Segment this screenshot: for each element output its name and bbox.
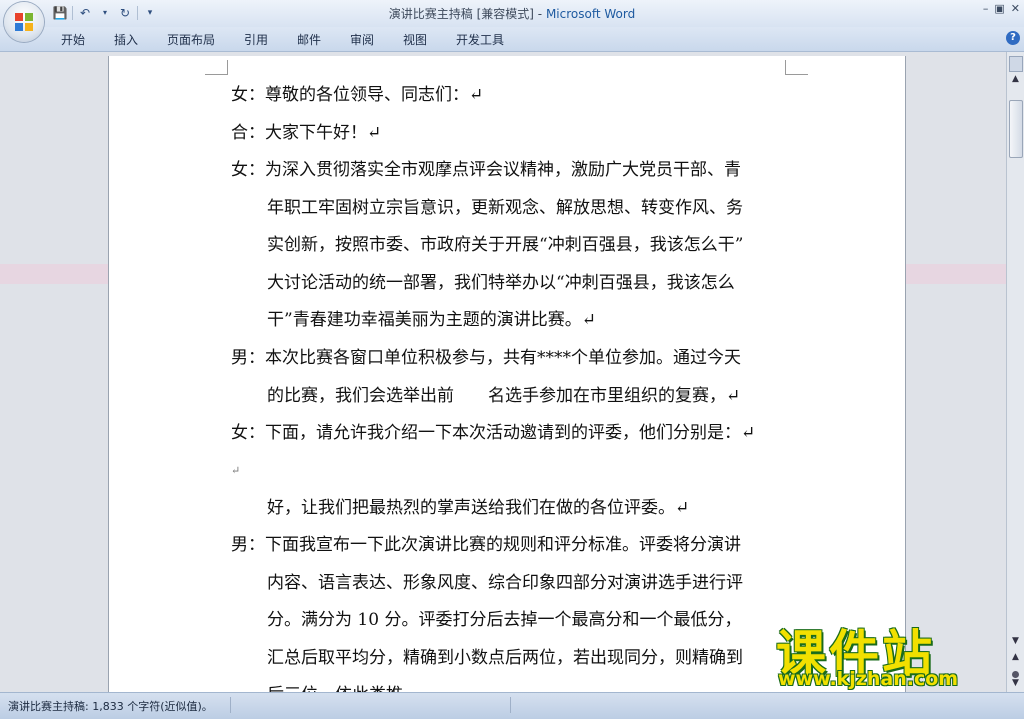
text-line: 内容、语言表达、形象风度、综合印象四部分对演讲选手进行评 bbox=[267, 572, 743, 593]
app-name: Microsoft Word bbox=[545, 7, 636, 21]
margin-mark-top-left bbox=[205, 60, 228, 75]
scroll-thumb[interactable] bbox=[1009, 100, 1023, 158]
paragraph[interactable]: 好，让我们把最热烈的掌声送给我们在做的各位评委。↵ bbox=[231, 490, 791, 528]
text-line: 男：下面我宣布一下此次演讲比赛的规则和评分标准。评委将分演讲 bbox=[231, 535, 741, 555]
view-ruler-icon[interactable] bbox=[1009, 56, 1023, 72]
text-line: 的比赛，我们会选举出前 名选手参加在市里组织的复赛，↵ bbox=[267, 385, 741, 406]
ribbon-tabs: 开始 插入 页面布局 引用 邮件 审阅 视图 开发工具 ? bbox=[0, 27, 1024, 52]
paragraph[interactable]: ↵ bbox=[231, 452, 791, 490]
text-line: 好，让我们把最热烈的掌声送给我们在做的各位评委。↵ bbox=[267, 498, 690, 518]
tab-page-layout[interactable]: 页面布局 bbox=[167, 31, 215, 48]
text-line: 女：尊敬的各位领导、同志们：↵ bbox=[231, 85, 484, 105]
text-line: 女：下面，请允许我介绍一下本次活动邀请到的评委，他们分别是：↵ bbox=[231, 423, 756, 443]
text-line: 分。满分为 10 分。评委打分后去掉一个最高分和一个最低分， bbox=[267, 610, 742, 630]
paragraph[interactable]: 男：下面我宣布一下此次演讲比赛的规则和评分标准。评委将分演讲 内容、语言表达、形… bbox=[231, 527, 791, 692]
office-button[interactable] bbox=[4, 2, 44, 42]
restore-icon[interactable]: ▣ bbox=[994, 2, 1004, 15]
vertical-scrollbar[interactable]: ▲ ▼ ▲ ▼ bbox=[1006, 52, 1024, 692]
minimize-icon[interactable]: – bbox=[983, 2, 989, 15]
scroll-down-icon[interactable]: ▼ bbox=[1009, 636, 1022, 650]
status-bar: 演讲比赛主持稿: 1,833 个字符(近似值)。 bbox=[0, 692, 1024, 719]
margin-mark-top-right bbox=[785, 60, 808, 75]
tab-developer[interactable]: 开发工具 bbox=[456, 31, 504, 48]
text-line: 干”青春建功幸福美丽为主题的演讲比赛。↵ bbox=[267, 310, 596, 330]
watermark-url: www.kjzhan.com bbox=[778, 668, 959, 690]
tab-insert[interactable]: 插入 bbox=[114, 31, 138, 48]
status-divider bbox=[510, 697, 511, 713]
text-line: 汇总后取平均分，精确到小数点后两位，若出现同分，则精确到 bbox=[267, 647, 743, 668]
close-icon[interactable]: ✕ bbox=[1011, 2, 1020, 15]
document-page[interactable]: 女：尊敬的各位领导、同志们：↵ 合：大家下午好！↵ 女：为深入贯彻落实全市观摩点… bbox=[109, 56, 905, 692]
word-count-status[interactable]: 演讲比赛主持稿: 1,833 个字符(近似值)。 bbox=[8, 698, 213, 714]
previous-page-icon[interactable]: ▲ bbox=[1009, 652, 1022, 666]
window-title: 演讲比赛主持稿 [兼容模式] - Microsoft Word bbox=[0, 5, 1024, 22]
paragraph[interactable]: 女：为深入贯彻落实全市观摩点评会议精神，激励广大党员干部、青 年职工牢固树立宗旨… bbox=[231, 152, 791, 340]
tab-references[interactable]: 引用 bbox=[244, 31, 268, 48]
next-page-icon[interactable]: ▼ bbox=[1009, 678, 1022, 692]
select-browse-object-icon[interactable] bbox=[1012, 671, 1019, 678]
text-line: 合：大家下午好！↵ bbox=[231, 123, 382, 143]
paragraph[interactable]: 合：大家下午好！↵ bbox=[231, 115, 791, 153]
paragraph[interactable]: 女：尊敬的各位领导、同志们：↵ bbox=[231, 77, 791, 115]
text-line: 年职工牢固树立宗旨意识，更新观念、解放思想、转变作风、务 bbox=[267, 197, 743, 218]
text-line: 后三位。依此类推。 bbox=[231, 677, 791, 692]
text-line: 男：本次比赛各窗口单位积极参与，共有****个单位参加。通过今天 bbox=[231, 348, 741, 368]
empty-paragraph-mark: ↵ bbox=[231, 464, 241, 477]
tab-review[interactable]: 审阅 bbox=[350, 31, 374, 48]
title-separator: - bbox=[533, 7, 546, 21]
office-logo-icon bbox=[15, 13, 33, 31]
tab-view[interactable]: 视图 bbox=[403, 31, 427, 48]
document-workspace: 女：尊敬的各位领导、同志们：↵ 合：大家下午好！↵ 女：为深入贯彻落实全市观摩点… bbox=[0, 52, 1007, 692]
scroll-up-icon[interactable]: ▲ bbox=[1009, 74, 1022, 88]
window-controls: – ▣ ✕ bbox=[983, 2, 1020, 15]
help-icon[interactable]: ? bbox=[1006, 31, 1020, 45]
tab-home[interactable]: 开始 bbox=[61, 31, 85, 48]
paragraph[interactable]: 男：本次比赛各窗口单位积极参与，共有****个单位参加。通过今天 的比赛，我们会… bbox=[231, 340, 791, 415]
text-line: 女：为深入贯彻落实全市观摩点评会议精神，激励广大党员干部、青 bbox=[231, 160, 741, 180]
document-name: 演讲比赛主持稿 [兼容模式] bbox=[388, 7, 534, 21]
paragraph[interactable]: 女：下面，请允许我介绍一下本次活动邀请到的评委，他们分别是：↵ bbox=[231, 415, 791, 453]
title-bar: 💾 ↶ ▾ ↻ ▾ 演讲比赛主持稿 [兼容模式] - Microsoft Wor… bbox=[0, 0, 1024, 27]
tab-mailings[interactable]: 邮件 bbox=[297, 31, 321, 48]
text-line: 实创新，按照市委、市政府关于开展“冲刺百强县，我该怎么干” bbox=[267, 235, 744, 255]
text-line: 大讨论活动的统一部署，我们特举办以“冲刺百强县，我该怎么 bbox=[267, 272, 735, 293]
status-divider bbox=[230, 697, 231, 713]
